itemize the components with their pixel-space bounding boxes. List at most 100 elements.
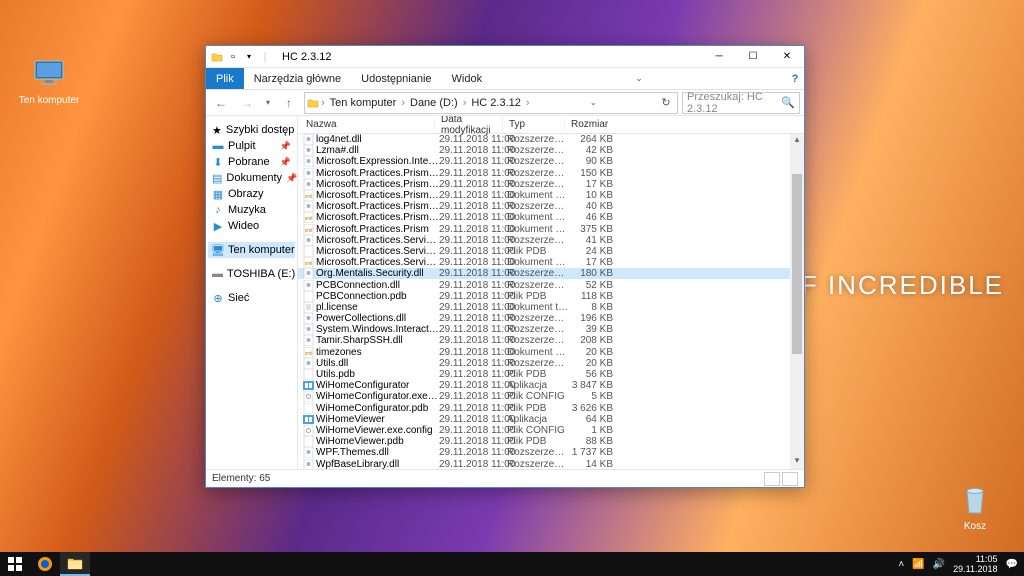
file-row[interactable]: WiHomeConfigurator.pdb29.11.2018 11:00Pl… bbox=[298, 403, 804, 414]
titlebar[interactable]: ▫ ▾ | HC 2.3.12 ─ ☐ ✕ bbox=[206, 46, 804, 68]
tab-file[interactable]: Plik bbox=[206, 68, 244, 89]
file-row[interactable]: pl.license29.11.2018 11:00Dokument tekst… bbox=[298, 302, 804, 313]
col-date[interactable]: Data modyfikacji bbox=[435, 116, 503, 136]
file-name: WiHomeViewer.pdb bbox=[316, 436, 439, 447]
nav-music[interactable]: ♪Muzyka bbox=[208, 202, 295, 218]
desktop-icon-this-pc[interactable]: Ten komputer bbox=[10, 55, 88, 106]
tray-volume-icon[interactable]: 🔊 bbox=[933, 559, 945, 570]
file-date: 29.11.2018 11:00 bbox=[439, 403, 507, 414]
file-row[interactable]: System.Windows.Interactivity.dll29.11.20… bbox=[298, 324, 804, 335]
file-row[interactable]: WiHomeConfigurator29.11.2018 11:00Aplika… bbox=[298, 380, 804, 391]
chevron-right-icon[interactable]: › bbox=[463, 97, 467, 109]
scroll-up-icon[interactable]: ▴ bbox=[790, 134, 804, 148]
nav-desktop[interactable]: ▬Pulpit📌 bbox=[208, 138, 295, 154]
file-row[interactable]: WiHomeConfigurator.exe.config29.11.2018 … bbox=[298, 391, 804, 402]
file-row[interactable]: WiHomeViewer.pdb29.11.2018 11:00Plik PDB… bbox=[298, 436, 804, 447]
tab-view[interactable]: Widok bbox=[442, 68, 493, 89]
file-row[interactable]: log4net.dll29.11.2018 11:00Rozszerzenie … bbox=[298, 134, 804, 145]
file-row[interactable]: xmlMicrosoft.Practices.Prism.Interactivi… bbox=[298, 190, 804, 201]
file-date: 29.11.2018 11:00 bbox=[439, 212, 507, 223]
nav-back-button[interactable]: ← bbox=[210, 92, 232, 114]
nav-forward-button[interactable]: → bbox=[236, 92, 258, 114]
qat-properties-icon[interactable]: ▫ bbox=[226, 50, 240, 64]
search-input[interactable]: Przeszukaj: HC 2.3.12 🔍 bbox=[682, 92, 800, 114]
file-row[interactable]: Microsoft.Practices.Prism.Interactivity.… bbox=[298, 179, 804, 190]
breadcrumb-item[interactable]: Ten komputer bbox=[327, 97, 400, 109]
desktop-icon-recycle-bin[interactable]: Kosz bbox=[936, 481, 1014, 532]
qat-dropdown-icon[interactable]: ▾ bbox=[242, 50, 256, 64]
taskbar-explorer[interactable] bbox=[60, 552, 90, 576]
taskbar-firefox[interactable] bbox=[30, 552, 60, 576]
file-row[interactable]: WpfBaseLibrary.dll29.11.2018 11:00Rozsze… bbox=[298, 458, 804, 469]
file-date: 29.11.2018 11:00 bbox=[439, 257, 507, 268]
scroll-thumb[interactable] bbox=[792, 174, 802, 354]
ribbon-expand-icon[interactable]: ⌄ bbox=[632, 68, 646, 89]
file-type: Plik PDB bbox=[507, 369, 569, 380]
col-size[interactable]: Rozmiar bbox=[565, 119, 609, 130]
chevron-right-icon[interactable]: › bbox=[321, 97, 325, 109]
minimize-button[interactable]: ─ bbox=[702, 46, 736, 68]
file-row[interactable]: PCBConnection.dll29.11.2018 11:00Rozszer… bbox=[298, 279, 804, 290]
file-row[interactable]: xmlMicrosoft.Practices.ServiceLocation29… bbox=[298, 257, 804, 268]
tab-home[interactable]: Narzędzia główne bbox=[244, 68, 351, 89]
file-row[interactable]: Org.Mentalis.Security.dll29.11.2018 11:0… bbox=[298, 268, 804, 279]
nav-quick-access[interactable]: ★Szybki dostęp bbox=[208, 122, 295, 138]
breadcrumb-item[interactable]: Dane (D:) bbox=[407, 97, 461, 109]
file-row[interactable]: Microsoft.Practices.Prism.MefExtensions.… bbox=[298, 201, 804, 212]
file-name: Lzma#.dll bbox=[316, 145, 439, 156]
chevron-right-icon[interactable]: › bbox=[401, 97, 405, 109]
maximize-button[interactable]: ☐ bbox=[736, 46, 770, 68]
address-bar[interactable]: › Ten komputer › Dane (D:) › HC 2.3.12 ›… bbox=[304, 92, 678, 114]
file-row[interactable]: xmlMicrosoft.Practices.Prism.MefExtensio… bbox=[298, 212, 804, 223]
tray-network-icon[interactable]: 📶 bbox=[912, 559, 924, 570]
nav-videos[interactable]: ▶Wideo bbox=[208, 218, 295, 234]
file-row[interactable]: PowerCollections.dll29.11.2018 11:00Rozs… bbox=[298, 313, 804, 324]
file-row[interactable]: xmltimezones29.11.2018 11:00Dokument XML… bbox=[298, 347, 804, 358]
vertical-scrollbar[interactable]: ▴ ▾ bbox=[790, 134, 804, 469]
file-type-icon: xml bbox=[302, 223, 314, 235]
tray-chevron-up-icon[interactable]: ˄ bbox=[898, 559, 904, 570]
picture-icon: ▦ bbox=[212, 188, 224, 200]
file-type: Rozszerzenie aplik... bbox=[507, 145, 569, 156]
file-row[interactable]: WiHomeViewer.exe.config29.11.2018 11:00P… bbox=[298, 425, 804, 436]
chevron-right-icon[interactable]: › bbox=[526, 97, 530, 109]
tray-notifications-icon[interactable]: 💬 bbox=[1006, 559, 1018, 570]
nav-network[interactable]: ⊕Sieć bbox=[208, 290, 295, 306]
file-row[interactable]: Microsoft.Expression.Interactions.dll29.… bbox=[298, 156, 804, 167]
file-row[interactable]: Microsoft.Practices.Prism.dll29.11.2018 … bbox=[298, 168, 804, 179]
nav-this-pc[interactable]: 🖥Ten komputer bbox=[208, 242, 295, 258]
view-details-button[interactable] bbox=[764, 472, 780, 486]
col-name[interactable]: Nazwa bbox=[298, 119, 435, 130]
file-date: 29.11.2018 11:00 bbox=[439, 156, 507, 167]
start-button[interactable] bbox=[0, 552, 30, 576]
file-name: pl.license bbox=[316, 302, 439, 313]
nav-pictures[interactable]: ▦Obrazy bbox=[208, 186, 295, 202]
refresh-icon[interactable]: ↻ bbox=[657, 96, 675, 109]
file-row[interactable]: xmlMicrosoft.Practices.Prism29.11.2018 1… bbox=[298, 224, 804, 235]
file-row[interactable]: Microsoft.Practices.ServiceLocation.dll2… bbox=[298, 235, 804, 246]
addr-dropdown-icon[interactable]: ⌄ bbox=[584, 98, 602, 107]
nav-downloads[interactable]: ⬇Pobrane📌 bbox=[208, 154, 295, 170]
view-icons-button[interactable] bbox=[782, 472, 798, 486]
nav-drive-toshiba[interactable]: ▬TOSHIBA (E:) bbox=[208, 266, 295, 282]
close-button[interactable]: ✕ bbox=[770, 46, 804, 68]
file-row[interactable]: Lzma#.dll29.11.2018 11:00Rozszerzenie ap… bbox=[298, 145, 804, 156]
file-row[interactable]: Tamir.SharpSSH.dll29.11.2018 11:00Rozsze… bbox=[298, 335, 804, 346]
search-icon[interactable]: 🔍 bbox=[781, 96, 795, 109]
file-row[interactable]: PCBConnection.pdb29.11.2018 11:00Plik PD… bbox=[298, 291, 804, 302]
col-type[interactable]: Typ bbox=[503, 119, 565, 130]
file-list[interactable]: log4net.dll29.11.2018 11:00Rozszerzenie … bbox=[298, 134, 804, 469]
file-row[interactable]: Microsoft.Practices.ServiceLocation.pdb2… bbox=[298, 246, 804, 257]
file-row[interactable]: WiHomeViewer29.11.2018 11:00Aplikacja64 … bbox=[298, 414, 804, 425]
file-row[interactable]: WPF.Themes.dll29.11.2018 11:00Rozszerzen… bbox=[298, 447, 804, 458]
taskbar-clock[interactable]: 11:05 29.11.2018 bbox=[953, 554, 997, 574]
tab-share[interactable]: Udostępnianie bbox=[351, 68, 441, 89]
help-icon[interactable]: ? bbox=[786, 68, 804, 89]
file-row[interactable]: Utils.pdb29.11.2018 11:00Plik PDB56 KB bbox=[298, 369, 804, 380]
nav-recent-dropdown[interactable]: ▾ bbox=[262, 92, 274, 114]
nav-up-button[interactable]: ↑ bbox=[278, 92, 300, 114]
file-row[interactable]: Utils.dll29.11.2018 11:00Rozszerzenie ap… bbox=[298, 358, 804, 369]
breadcrumb-item[interactable]: HC 2.3.12 bbox=[468, 97, 524, 109]
scroll-down-icon[interactable]: ▾ bbox=[790, 455, 804, 469]
nav-documents[interactable]: ▤Dokumenty📌 bbox=[208, 170, 295, 186]
